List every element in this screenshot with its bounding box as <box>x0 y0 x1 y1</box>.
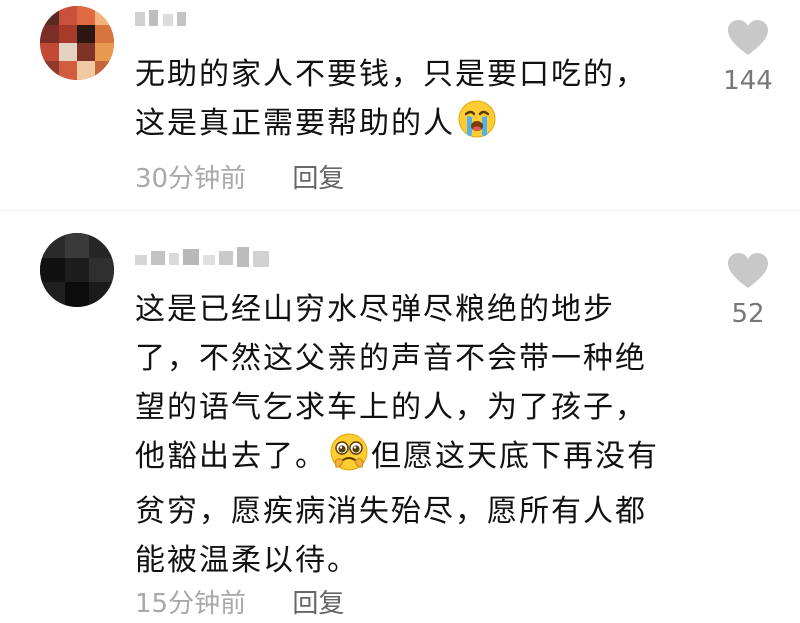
comment-divider <box>0 210 800 211</box>
blurred-username-image <box>135 10 186 26</box>
username-blurred[interactable] <box>135 245 275 267</box>
avatar[interactable] <box>40 233 114 307</box>
comment-timestamp: 30分钟前 <box>135 164 247 194</box>
crying-face-icon <box>457 99 497 154</box>
comment-meta: 30分钟前 回复 <box>135 158 344 195</box>
comment-line: 贫穷，愿疾病消失殆尽，愿所有人都 <box>135 494 647 529</box>
like-button[interactable]: 52 <box>718 253 778 329</box>
comment-line: 但愿这天底下再没有 <box>371 439 659 474</box>
comment-line: 无助的家人不要钱，只是要口吃的， <box>135 57 647 92</box>
like-count: 144 <box>723 66 773 96</box>
comment-item: 这是已经山穷水尽弹尽粮绝的地步 了，不然这父亲的声音不会带一种绝 望的语气乞求车… <box>0 225 800 623</box>
comment-line: 了，不然这父亲的声音不会带一种绝 <box>135 341 647 376</box>
comment-line: 他豁出去了。 <box>135 439 327 474</box>
comment-line-with-emoji: 他豁出去了。 但愿这天底下再没有 <box>135 432 695 487</box>
comment-meta: 15分钟前 回复 <box>135 583 344 620</box>
comment-text: 无助的家人不要钱，只是要口吃的， 这是真正需要帮助的人 <box>135 50 695 154</box>
pixelated-avatar-image <box>40 6 114 80</box>
avatar[interactable] <box>40 6 114 80</box>
blurred-username-image <box>135 247 269 267</box>
heart-icon <box>728 20 768 55</box>
comment-line: 这是真正需要帮助的人 <box>135 106 455 141</box>
reply-button[interactable]: 回复 <box>292 158 344 195</box>
heart-icon <box>728 253 768 288</box>
comment-line: 望的语气乞求车上的人，为了孩子， <box>135 390 647 425</box>
comment-item: 无助的家人不要钱，只是要口吃的， 这是真正需要帮助的人 30分钟前 回复 144 <box>0 0 800 195</box>
pixelated-avatar-image <box>40 233 114 307</box>
like-button[interactable]: 144 <box>718 20 778 96</box>
comment-line: 这是已经山穷水尽弹尽粮绝的地步 <box>135 292 615 327</box>
like-count: 52 <box>731 299 765 329</box>
pleading-face-icon <box>329 432 369 487</box>
comment-text: 这是已经山穷水尽弹尽粮绝的地步 了，不然这父亲的声音不会带一种绝 望的语气乞求车… <box>135 285 695 585</box>
comment-line-with-emoji: 这是真正需要帮助的人 <box>135 99 695 154</box>
comment-timestamp: 15分钟前 <box>135 589 247 619</box>
reply-button[interactable]: 回复 <box>292 583 344 620</box>
username-blurred[interactable] <box>135 8 191 28</box>
comment-line: 能被温柔以待。 <box>135 543 359 578</box>
